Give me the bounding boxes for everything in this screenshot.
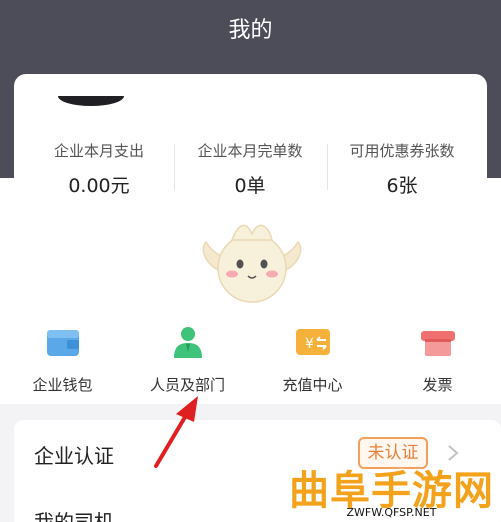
stat-coupons[interactable]: 可用优惠券张数 6张 <box>323 140 481 198</box>
menu-item-company-verify[interactable]: 企业认证 <box>34 440 114 469</box>
stat-monthly-expense[interactable]: 企业本月支出 0.00元 <box>20 140 178 198</box>
page-title: 我的 <box>228 18 273 43</box>
wallet-icon <box>46 330 79 356</box>
person-icon <box>173 327 202 358</box>
stat-value: 0单 <box>234 175 266 197</box>
stat-label: 企业本月支出 <box>53 142 144 160</box>
stat-label: 可用优惠券张数 <box>349 142 455 160</box>
quick-action-label: 发票 <box>422 376 453 394</box>
watermark: 曲阜手游网 ZWFW.QFSP.NET <box>282 458 501 522</box>
quick-action-staff-departments[interactable]: 人员及部门 <box>125 322 250 395</box>
quick-action-label: 充值中心 <box>282 376 343 394</box>
quick-actions: 企业钱包 人员及部门 ¥ 充值中心 发票 <box>0 322 501 402</box>
invoice-icon <box>420 331 455 356</box>
recharge-icon: ¥ <box>295 329 330 355</box>
menu-item-my-drivers[interactable]: 我的司机 <box>34 506 114 522</box>
quick-action-wallet[interactable]: 企业钱包 <box>0 322 125 395</box>
mascot-icon <box>202 224 302 303</box>
watermark-url: ZWFW.QFSP.NET <box>346 506 437 519</box>
svg-text:¥: ¥ <box>305 336 314 352</box>
arrow-annotation-icon <box>154 396 198 468</box>
quick-action-invoice[interactable]: 发票 <box>375 322 500 395</box>
quick-action-label: 企业钱包 <box>32 376 93 394</box>
stat-value: 6张 <box>386 175 418 197</box>
stat-monthly-orders[interactable]: 企业本月完单数 0单 <box>171 140 329 198</box>
stat-label: 企业本月完单数 <box>197 142 303 160</box>
stat-value: 0.00元 <box>68 175 130 197</box>
quick-action-recharge[interactable]: ¥ 充值中心 <box>250 322 375 395</box>
